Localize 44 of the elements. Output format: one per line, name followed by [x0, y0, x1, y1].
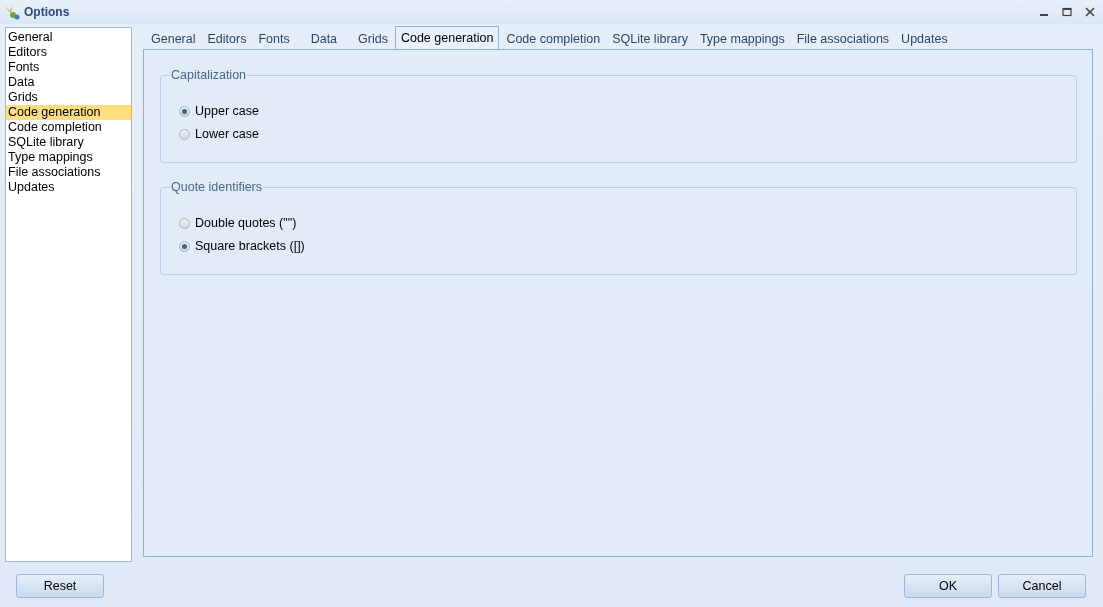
- tab[interactable]: Code generation: [394, 26, 500, 49]
- sidebar-item[interactable]: SQLite library: [6, 135, 131, 150]
- sidebar-item[interactable]: Code completion: [6, 120, 131, 135]
- tab[interactable]: Editors: [202, 29, 252, 49]
- sidebar-item[interactable]: Updates: [6, 180, 131, 195]
- tab[interactable]: Type mappings: [694, 29, 790, 49]
- app-icon: [4, 4, 20, 20]
- radio-button[interactable]: [179, 128, 190, 140]
- sidebar-item[interactable]: General: [6, 30, 131, 45]
- sidebar-item[interactable]: Data: [6, 75, 131, 90]
- sidebar-item[interactable]: Fonts: [6, 60, 131, 75]
- radio-button[interactable]: [179, 240, 190, 252]
- sidebar-item[interactable]: Grids: [6, 90, 131, 105]
- tab[interactable]: Grids: [353, 29, 393, 49]
- sidebar-item[interactable]: Editors: [6, 45, 131, 60]
- close-icon[interactable]: [1085, 7, 1095, 17]
- window-title: Options: [24, 5, 70, 19]
- tab[interactable]: Data: [296, 29, 352, 49]
- radio-option[interactable]: Lower case: [179, 126, 1076, 142]
- dialog-button[interactable]: Cancel: [998, 574, 1086, 598]
- tab[interactable]: Fonts: [253, 29, 295, 49]
- radio-button[interactable]: [179, 105, 190, 117]
- radio-label: Lower case: [195, 127, 259, 141]
- radio-label: Double quotes (""): [195, 216, 297, 230]
- sidebar-item[interactable]: Code generation: [6, 105, 131, 120]
- sidebar-item[interactable]: File associations: [6, 165, 131, 180]
- tab[interactable]: Code completion: [501, 29, 606, 49]
- dialog-button[interactable]: Reset: [16, 574, 104, 598]
- maximize-icon[interactable]: [1062, 7, 1072, 17]
- radio-option[interactable]: Square brackets ([]): [179, 238, 1076, 254]
- radio-option[interactable]: Double quotes (""): [179, 215, 1076, 231]
- tab[interactable]: General: [146, 29, 201, 49]
- tab[interactable]: File associations: [791, 29, 895, 49]
- radio-label: Square brackets ([]): [195, 239, 305, 253]
- radio-label: Upper case: [195, 104, 259, 118]
- dialog-button[interactable]: OK: [904, 574, 992, 598]
- tab[interactable]: SQLite library: [607, 29, 693, 49]
- group-title: Capitalization: [170, 68, 248, 82]
- group-title: Quote identifiers: [170, 180, 264, 194]
- sidebar-item[interactable]: Type mappings: [6, 150, 131, 165]
- category-list[interactable]: General Editors Fonts Data Grids Code generation Code completion SQLite library Type mappings File associations Updates: [5, 27, 132, 562]
- radio-option[interactable]: Upper case: [179, 103, 1076, 119]
- radio-button[interactable]: [179, 217, 190, 229]
- tab[interactable]: Updates: [896, 29, 953, 49]
